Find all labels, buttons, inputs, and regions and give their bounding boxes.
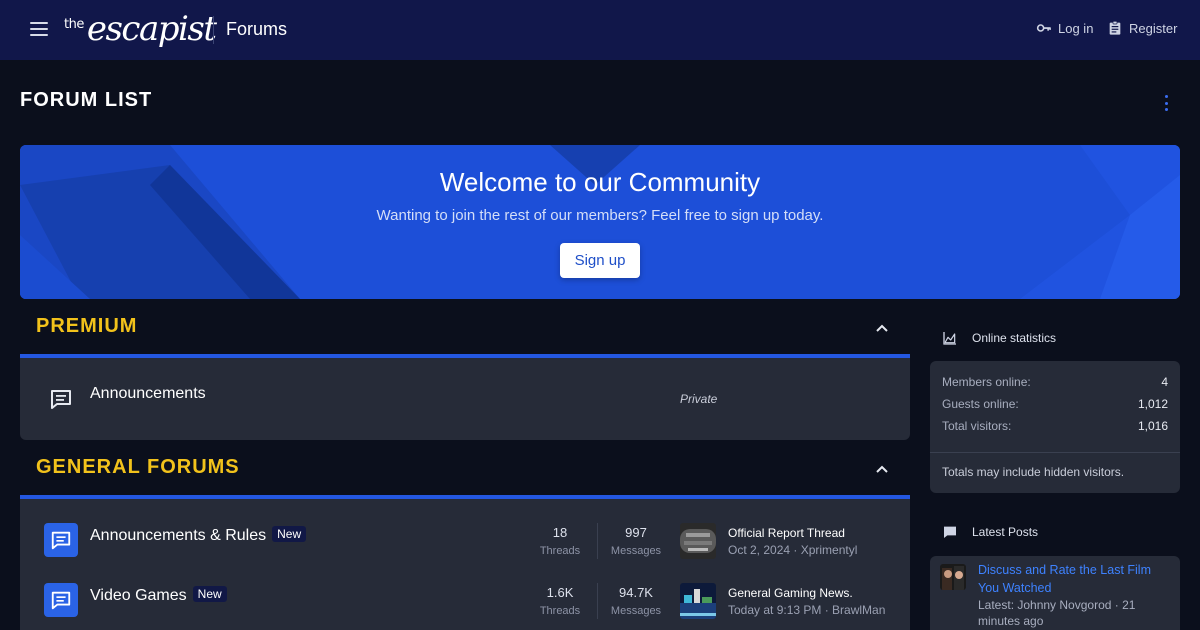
logo-prefix: the: [64, 17, 84, 32]
threads-label: Threads: [539, 545, 581, 557]
panel-divider: [930, 452, 1180, 453]
latest-posts-title: Latest Posts: [972, 525, 1039, 539]
clipboard-icon: [1109, 21, 1121, 35]
messages-count: 94.7K: [619, 585, 653, 600]
forum-node-title[interactable]: Video Games New: [90, 586, 227, 605]
key-icon: [1036, 24, 1051, 32]
online-statistics-panel: Members online: 4 Guests online: 1,012 T…: [930, 361, 1180, 493]
chevron-up-icon[interactable]: [874, 461, 890, 477]
threads-label: Threads: [539, 605, 581, 617]
online-statistics-title: Online statistics: [972, 331, 1057, 345]
forum-node-title-text: Announcements & Rules: [90, 527, 267, 544]
messages-stat: 997 Messages: [606, 525, 666, 557]
forum-node-title-text: Video Games: [90, 587, 187, 604]
welcome-banner: Welcome to our Community Wanting to join…: [20, 145, 1180, 299]
logo-word: escapist: [86, 9, 217, 49]
chat-bubble-icon: [44, 583, 78, 617]
messages-count: 997: [625, 525, 647, 540]
forum-node-title[interactable]: Announcements & Rules New: [90, 526, 307, 545]
stat-row-guests: Guests online: 1,012: [942, 397, 1168, 411]
site-logo[interactable]: the escapist: [64, 8, 217, 49]
latest-posts-header: Latest Posts: [942, 524, 1038, 540]
last-post-title[interactable]: Official Report Thread: [728, 526, 845, 540]
latest-posts-panel: Discuss and Rate the Last Film You Watch…: [930, 556, 1180, 630]
last-post-meta: Oct 2, 2024 · Xprimentyl: [728, 543, 858, 557]
new-badge: New: [192, 586, 227, 602]
stat-label: Members online:: [942, 375, 1031, 389]
login-button[interactable]: Log in: [1036, 20, 1093, 36]
top-navigation-bar: the escapist Forums Log in Register: [0, 0, 1200, 60]
header-divider: [213, 16, 214, 44]
section-title[interactable]: Forums: [226, 19, 287, 40]
last-post-meta: Today at 9:13 PM · BrawlMan: [728, 603, 886, 617]
category-header-general-forums: GENERAL FORUMS: [20, 449, 910, 489]
chat-bubble-icon: [44, 382, 78, 416]
vertical-ellipsis-icon[interactable]: [1163, 95, 1169, 111]
avatar[interactable]: [940, 564, 966, 590]
messages-label: Messages: [610, 605, 662, 617]
register-button[interactable]: Register: [1107, 20, 1177, 36]
chevron-up-icon[interactable]: [874, 320, 890, 336]
stat-divider: [597, 523, 598, 559]
messages-stat: 94.7K Messages: [606, 585, 666, 617]
stat-value: 1,016: [1137, 419, 1168, 433]
forum-private-label: Private: [680, 392, 718, 406]
last-post-title[interactable]: General Gaming News.: [728, 586, 853, 600]
stat-row-total: Total visitors: 1,016: [942, 419, 1168, 433]
stat-divider: [597, 583, 598, 619]
stat-value: 4: [1161, 375, 1168, 389]
banner-title: Welcome to our Community: [439, 167, 761, 197]
online-statistics-header: Online statistics: [942, 330, 1056, 346]
category-title[interactable]: PREMIUM: [36, 315, 137, 338]
category-header-premium: PREMIUM: [20, 308, 910, 348]
threads-count: 18: [552, 525, 568, 540]
category-body-premium: Announcements Private: [20, 358, 910, 440]
stat-label: Guests online:: [942, 397, 1019, 411]
register-label: Register: [1129, 20, 1178, 36]
stats-note: Totals may include hidden visitors.: [942, 465, 1125, 479]
comment-icon: [944, 526, 956, 538]
banner-subtitle: Wanting to join the rest of our members?…: [376, 207, 824, 224]
stat-value: 1,012: [1137, 397, 1168, 411]
sign-up-button[interactable]: Sign up: [560, 243, 640, 278]
category-title[interactable]: GENERAL FORUMS: [36, 456, 240, 479]
messages-label: Messages: [610, 545, 662, 557]
login-label: Log in: [1058, 20, 1094, 36]
latest-post-title[interactable]: Discuss and Rate the Last Film You Watch…: [978, 561, 1168, 597]
threads-stat: 1.6K Threads: [530, 585, 590, 617]
area-chart-icon: [943, 332, 956, 345]
new-badge: New: [272, 526, 307, 542]
last-post-thumbnail[interactable]: [680, 583, 716, 619]
category-body-general-forums: Announcements & Rules New 18 Threads 997 …: [20, 499, 910, 630]
page-title: FORUM LIST: [20, 89, 153, 111]
latest-post-meta: Latest: Johnny Novgorod · 21 minutes ago: [978, 598, 1136, 628]
threads-count: 1.6K: [546, 585, 574, 600]
chat-bubble-icon: [44, 523, 78, 557]
hamburger-menu-icon[interactable]: [30, 22, 48, 36]
stat-row-members: Members online: 4: [942, 375, 1168, 389]
last-post-thumbnail[interactable]: [680, 523, 716, 559]
stat-label: Total visitors:: [942, 419, 1012, 433]
threads-stat: 18 Threads: [530, 525, 590, 557]
forum-node-title[interactable]: Announcements: [90, 385, 206, 403]
